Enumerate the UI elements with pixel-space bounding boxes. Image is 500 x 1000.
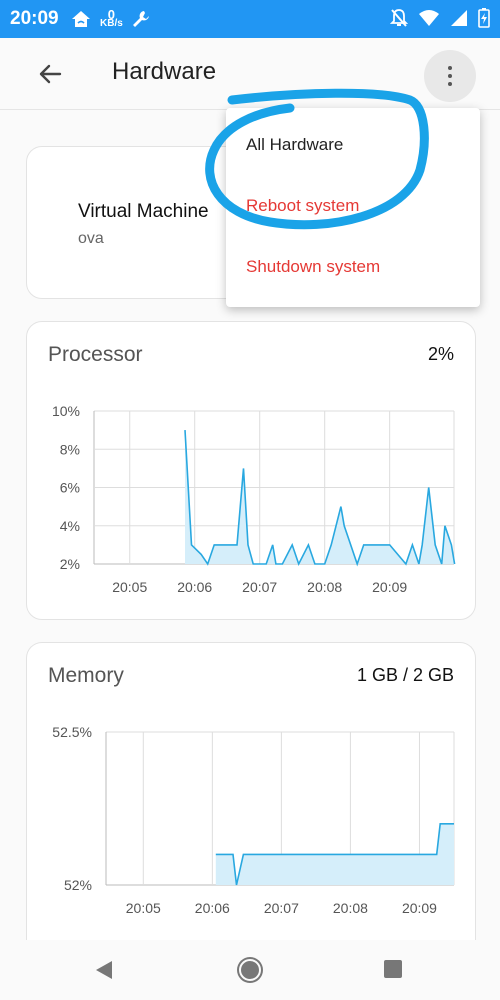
y-tick-label: 6% — [60, 480, 80, 496]
nav-back-icon[interactable] — [94, 960, 114, 980]
x-tick-label: 20:07 — [242, 579, 277, 595]
net-speed: 0 KB/s — [100, 8, 123, 29]
net-speed-unit: KB/s — [100, 18, 123, 29]
processor-card: Processor 2% 10% 8% 6% 4% 2% 20:05 20:06 20:07 2… — [26, 321, 476, 620]
wrench-icon — [132, 11, 149, 27]
x-tick-label: 20:08 — [307, 579, 342, 595]
battery-charging-icon — [478, 8, 490, 28]
x-tick-label: 20:07 — [264, 900, 299, 916]
x-tick-label: 20:06 — [177, 579, 212, 595]
more-options-button[interactable] — [424, 50, 476, 102]
series-area — [185, 430, 455, 564]
vm-name: Virtual Machine — [78, 201, 209, 222]
memory-card: Memory 1 GB / 2 GB 52.5% 52% 20:05 20:06 20:… — [26, 642, 476, 942]
nav-home-icon[interactable] — [239, 959, 261, 981]
y-tick-label: 52% — [64, 877, 92, 893]
menu-item-reboot-system[interactable]: Reboot system — [246, 196, 359, 216]
menu-item-shutdown-system[interactable]: Shutdown system — [246, 257, 380, 277]
x-tick-label: 20:05 — [126, 900, 161, 916]
series-line — [184, 430, 456, 567]
memory-chart: 52.5% 52% 20:05 20:06 20:07 20:08 20:09 — [52, 724, 455, 916]
status-bar: 20:09 0 KB/s — [0, 0, 500, 38]
processor-chart: 10% 8% 6% 4% 2% 20:05 20:06 20:07 20:08 20:09 — [52, 403, 456, 595]
app-bar: Hardware — [0, 38, 500, 110]
more-vert-icon — [448, 66, 452, 70]
back-button[interactable] — [30, 58, 70, 90]
x-tick-label: 20:06 — [195, 900, 230, 916]
x-tick-label: 20:09 — [402, 900, 437, 916]
x-tick-label: 20:05 — [112, 579, 147, 595]
y-tick-label: 2% — [60, 556, 80, 572]
y-tick-label: 52.5% — [52, 724, 92, 740]
home-wifi-icon — [72, 11, 90, 27]
navigation-bar — [0, 940, 500, 1000]
x-tick-label: 20:08 — [333, 900, 368, 916]
vm-subtitle: ova — [78, 230, 104, 247]
arrow-back-icon — [39, 64, 62, 84]
y-tick-label: 4% — [60, 518, 80, 534]
status-left-icons: 0 KB/s — [70, 6, 151, 32]
overflow-menu: All Hardware Reboot system Shutdown syst… — [226, 108, 480, 307]
x-tick-label: 20:09 — [372, 579, 407, 595]
nav-recents-icon[interactable] — [384, 960, 402, 978]
page-title: Hardware — [112, 58, 217, 85]
status-right-icons — [390, 8, 490, 28]
wifi-icon — [419, 10, 439, 26]
signal-icon — [451, 10, 467, 26]
y-tick-label: 10% — [52, 403, 80, 419]
bell-off-icon — [390, 9, 408, 27]
y-tick-label: 8% — [60, 441, 80, 457]
menu-item-all-hardware[interactable]: All Hardware — [246, 135, 343, 155]
status-time: 20:09 — [10, 8, 59, 29]
